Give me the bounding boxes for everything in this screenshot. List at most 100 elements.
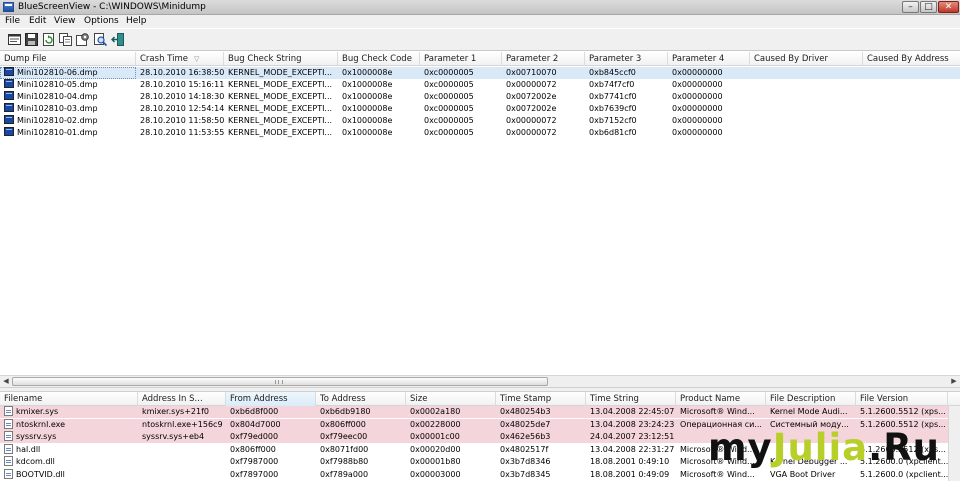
cell-text: Kernel Mode Audi... (770, 407, 848, 416)
column-header-sorted[interactable]: Crash Time ▽ (136, 52, 224, 66)
properties-icon[interactable] (8, 33, 21, 46)
column-header[interactable]: Address In S... (138, 392, 226, 406)
advanced-options-icon[interactable] (76, 33, 89, 46)
table-cell (750, 79, 863, 91)
minimize-button[interactable]: – (902, 1, 919, 13)
cell-text: BOOTVID.dll (16, 470, 65, 479)
table-cell: 0x1000008e (338, 67, 420, 79)
column-header[interactable]: Dump File (0, 52, 136, 66)
cell-text: 28.10.2010 14:18:30 (140, 92, 224, 101)
dump-file-icon (4, 79, 14, 88)
cell-text: 0x8071fd00 (320, 444, 369, 454)
scroll-left-icon[interactable]: ◀ (0, 376, 12, 387)
driver-filename: hal.dll (0, 443, 138, 456)
cell-text: 18.08.2001 0:49:10 (590, 457, 670, 467)
column-header[interactable]: Size (406, 392, 496, 406)
menu-help[interactable]: Help (126, 15, 147, 28)
cell-text: 0xc0000005 (424, 80, 474, 89)
driver-filename: ntoskrnl.exe (0, 418, 138, 431)
column-header[interactable]: Bug Check String (224, 52, 338, 66)
cell-text: 28.10.2010 11:53:55 (140, 128, 224, 137)
column-header[interactable]: Parameter 2 (502, 52, 585, 66)
dump-row[interactable]: Mini102810-01.dmp 28.10.2010 11:53:55 KERN… (0, 127, 960, 139)
column-header[interactable]: File Description (766, 392, 856, 406)
cell-text: 0x00000000 (672, 116, 723, 125)
cell-text: Mini102810-03.dmp (17, 104, 98, 113)
close-button[interactable]: ✕ (938, 1, 959, 13)
dump-file-icon (4, 91, 14, 100)
menu-view[interactable]: View (54, 15, 75, 28)
column-header[interactable]: To Address (316, 392, 406, 406)
cell-text: ntoskrnl.exe+156c9 (142, 419, 223, 429)
save-icon[interactable] (25, 33, 38, 46)
dump-row[interactable]: Mini102810-05.dmp 28.10.2010 15:16:11 KERN… (0, 79, 960, 91)
column-header[interactable]: Caused By Address (863, 52, 960, 66)
vertical-scrollbar[interactable] (948, 406, 960, 481)
table-cell: 0x00000072 (502, 127, 585, 139)
column-header[interactable]: Parameter 3 (585, 52, 668, 66)
column-header[interactable]: Product Name (676, 392, 766, 406)
driver-row[interactable]: BOOTVID.dll 0xf7897000 0xf789a000 0x0000300… (0, 469, 960, 481)
column-header[interactable]: Time String (586, 392, 676, 406)
table-cell: 0xb7639cf0 (585, 103, 668, 115)
window-title: BlueScreenView - C:\WINDOWS\Minidump (18, 2, 206, 12)
cell-text: 0x462e56b3 (500, 432, 551, 442)
column-header-sorted[interactable]: From Address (226, 392, 316, 406)
table-cell: Microsoft® Wind... (676, 469, 766, 481)
column-header[interactable]: Parameter 1 (420, 52, 502, 66)
dump-filename: Mini102810-04.dmp (0, 91, 136, 103)
table-cell: 0x0002a180 (406, 406, 496, 418)
table-cell: 13.04.2008 22:31:27 (586, 444, 676, 456)
column-header[interactable]: Filename (0, 392, 138, 406)
copy-icon[interactable] (59, 33, 72, 46)
maximize-button[interactable]: □ (920, 1, 937, 13)
cell-text: Mini102810-05.dmp (17, 80, 98, 89)
exit-icon[interactable] (111, 33, 124, 46)
column-header[interactable]: Caused By Driver (750, 52, 863, 66)
driver-row[interactable]: kmixer.sys kmixer.sys+21f0 0xb6d8f000 0xb6d… (0, 406, 960, 418)
scroll-right-icon[interactable]: ▶ (948, 376, 960, 387)
horizontal-scrollbar[interactable]: ◀ ▶ (0, 375, 960, 387)
dump-row[interactable]: Mini102810-03.dmp 28.10.2010 12:54:14 KERN… (0, 103, 960, 115)
cell-text: KERNEL_MODE_EXCEPTI... (228, 116, 333, 125)
table-cell: 0x00000072 (502, 115, 585, 127)
column-header[interactable]: File Version (856, 392, 948, 406)
menu-edit[interactable]: Edit (29, 15, 46, 28)
table-cell: ntoskrnl.exe+156c9 (138, 419, 226, 431)
cell-text: 28.10.2010 12:54:14 (140, 104, 224, 113)
refresh-icon[interactable] (42, 33, 55, 46)
find-icon[interactable] (94, 33, 107, 46)
table-cell: 18.08.2001 0:49:10 (586, 456, 676, 468)
table-cell: 0x00000000 (668, 115, 750, 127)
dump-row[interactable]: Mini102810-02.dmp 28.10.2010 11:58:50 KERN… (0, 115, 960, 127)
watermark-part: Julia (772, 426, 869, 469)
dump-filename: Mini102810-06.dmp (0, 67, 136, 79)
table-cell (863, 79, 960, 91)
table-cell: 0x806ff000 (226, 444, 316, 456)
table-cell: 0xb74f7cf0 (585, 79, 668, 91)
cell-text: 0x3b7d8345 (500, 470, 551, 479)
driver-file-icon (4, 469, 13, 479)
cell-text: 0xb845ccf0 (589, 68, 636, 77)
table-cell: KERNEL_MODE_EXCEPTI... (224, 91, 338, 103)
table-cell: KERNEL_MODE_EXCEPTI... (224, 127, 338, 139)
table-cell: 0x1000008e (338, 103, 420, 115)
dump-file-icon (4, 127, 14, 136)
column-header[interactable]: Bug Check Code (338, 52, 420, 66)
column-header[interactable]: Time Stamp (496, 392, 586, 406)
menu-file[interactable]: File (5, 15, 20, 28)
cell-text: syssrv.sys (16, 432, 57, 442)
dump-row[interactable]: Mini102810-06.dmp 28.10.2010 16:38:50 KERN… (0, 67, 960, 79)
cell-text: 0x1000008e (342, 128, 393, 137)
menu-options[interactable]: Options (84, 15, 119, 28)
column-header[interactable]: Parameter 4 (668, 52, 750, 66)
driver-filename: kmixer.sys (0, 406, 138, 418)
dump-row[interactable]: Mini102810-04.dmp 28.10.2010 14:18:30 KERN… (0, 91, 960, 103)
table-cell: 0xc0000005 (420, 67, 502, 79)
cell-text: 0xb74f7cf0 (589, 80, 635, 89)
table-cell: 28.10.2010 14:18:30 (136, 91, 224, 103)
cell-text: KERNEL_MODE_EXCEPTI... (228, 104, 333, 113)
table-cell: 0x0072002e (502, 103, 585, 115)
scrollbar-thumb[interactable] (12, 377, 548, 386)
dump-file-icon (4, 103, 14, 112)
